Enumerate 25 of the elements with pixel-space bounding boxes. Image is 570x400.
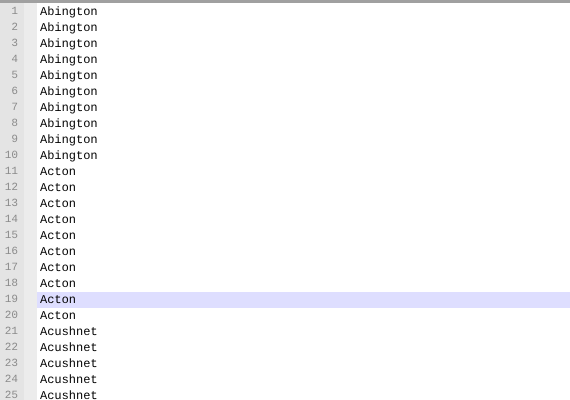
line-number: 5 (10, 70, 19, 82)
line-number: 25 (4, 390, 19, 400)
line-number: 23 (4, 358, 19, 370)
line-number: 10 (4, 150, 19, 162)
line-number: 12 (4, 182, 19, 194)
line-number: 9 (10, 134, 19, 146)
line-number: 15 (4, 230, 19, 242)
line-number: 19 (4, 294, 19, 306)
line-number: 3 (10, 38, 19, 50)
line-number: 7 (10, 102, 19, 114)
line-number: 20 (4, 310, 19, 322)
line-number: 16 (4, 246, 19, 258)
line-number: 24 (4, 374, 19, 386)
line-number: 4 (10, 54, 19, 66)
line-number: 8 (10, 118, 19, 130)
line-number: 11 (4, 166, 19, 178)
line-number: 6 (10, 86, 19, 98)
line-number: 18 (4, 278, 19, 290)
line-number: 1 (10, 6, 19, 18)
line-number: 2 (10, 22, 19, 34)
line-number: 13 (4, 198, 19, 210)
line-number: 17 (4, 262, 19, 274)
line-number: 14 (4, 214, 19, 226)
line-number: 22 (4, 342, 19, 354)
line-number: 21 (4, 326, 19, 338)
